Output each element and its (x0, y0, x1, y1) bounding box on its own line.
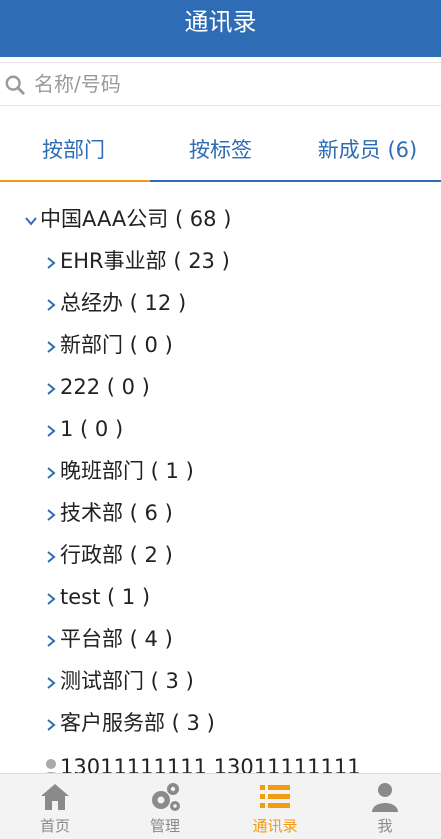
search-input[interactable] (34, 69, 424, 99)
contact-tabs: 按部门 按标签 新成员 (6) (0, 120, 441, 182)
tree-node-department[interactable]: test ( 1 ) (42, 577, 150, 617)
department-label: 1 ( 0 ) (60, 417, 124, 441)
tree-node-department[interactable]: 技术部 ( 6 ) (42, 493, 173, 533)
department-label: test ( 1 ) (60, 585, 151, 609)
tree-root-company[interactable]: 中国AAA公司 ( 68 ) (22, 199, 231, 239)
chevron-right-icon (42, 327, 60, 367)
department-label: 客户服务部 ( 3 ) (60, 711, 215, 735)
tab-new-members[interactable]: 新成员 (6) (294, 120, 441, 182)
list-icon (260, 785, 290, 808)
tree-node-department[interactable]: 测试部门 ( 3 ) (42, 661, 194, 701)
tabbar-label: 首页 (39, 817, 70, 835)
tree-node-department[interactable]: 总经办 ( 12 ) (42, 283, 186, 323)
department-label: 测试部门 ( 3 ) (60, 669, 194, 693)
bottom-tab-bar: 首页 管理 通讯录 我 (0, 773, 441, 839)
department-label: 222 ( 0 ) (60, 375, 150, 399)
tabbar-label: 我 (377, 817, 393, 835)
chevron-right-icon (42, 495, 60, 535)
tree-node-department[interactable]: 行政部 ( 2 ) (42, 535, 173, 575)
department-label: 晚班部门 ( 1 ) (60, 459, 194, 483)
tabbar-manage[interactable]: 管理 (110, 774, 220, 839)
tree-node-department[interactable]: 新部门 ( 0 ) (42, 325, 173, 365)
chevron-right-icon (42, 663, 60, 703)
tabbar-contacts[interactable]: 通讯录 (220, 774, 330, 839)
tabbar-label: 通讯录 (252, 817, 298, 835)
tree-node-department[interactable]: 晚班部门 ( 1 ) (42, 451, 194, 491)
tree-node-department[interactable]: 1 ( 0 ) (42, 409, 123, 449)
chevron-right-icon (42, 621, 60, 661)
department-label: 技术部 ( 6 ) (60, 501, 173, 525)
tree-root-label: 中国AAA公司 ( 68 ) (40, 207, 232, 231)
chevron-right-icon (42, 579, 60, 619)
tree-node-department[interactable]: 平台部 ( 4 ) (42, 619, 173, 659)
chevron-right-icon (42, 243, 60, 283)
tree-node-department[interactable]: 客户服务部 ( 3 ) (42, 703, 215, 743)
department-label: 平台部 ( 4 ) (60, 627, 173, 651)
tabbar-home[interactable]: 首页 (0, 774, 110, 839)
department-label: 总经办 ( 12 ) (60, 291, 187, 315)
chevron-right-icon (42, 285, 60, 325)
chevron-right-icon (42, 369, 60, 409)
tabbar-me[interactable]: 我 (330, 774, 440, 839)
tab-by-department[interactable]: 按部门 (0, 120, 147, 182)
home-icon (41, 784, 69, 810)
search-icon (5, 75, 25, 95)
chevron-right-icon (42, 453, 60, 493)
search-bar (0, 62, 441, 106)
department-label: 行政部 ( 2 ) (60, 543, 173, 567)
chevron-right-icon (42, 705, 60, 745)
user-icon (372, 783, 398, 812)
tabbar-label: 管理 (149, 817, 180, 835)
gears-icon (152, 783, 180, 811)
tab-by-tag[interactable]: 按标签 (147, 120, 294, 182)
active-tab-indicator (0, 180, 150, 182)
department-label: 新部门 ( 0 ) (60, 333, 173, 357)
chevron-down-icon (22, 201, 40, 241)
app-header: 通讯录 (0, 0, 441, 57)
tree-node-department[interactable]: EHR事业部 ( 23 ) (42, 241, 230, 281)
chevron-right-icon (42, 411, 60, 451)
page-title: 通讯录 (184, 8, 257, 36)
chevron-right-icon (42, 537, 60, 577)
tree-node-department[interactable]: 222 ( 0 ) (42, 367, 150, 407)
department-label: EHR事业部 ( 23 ) (60, 249, 230, 273)
